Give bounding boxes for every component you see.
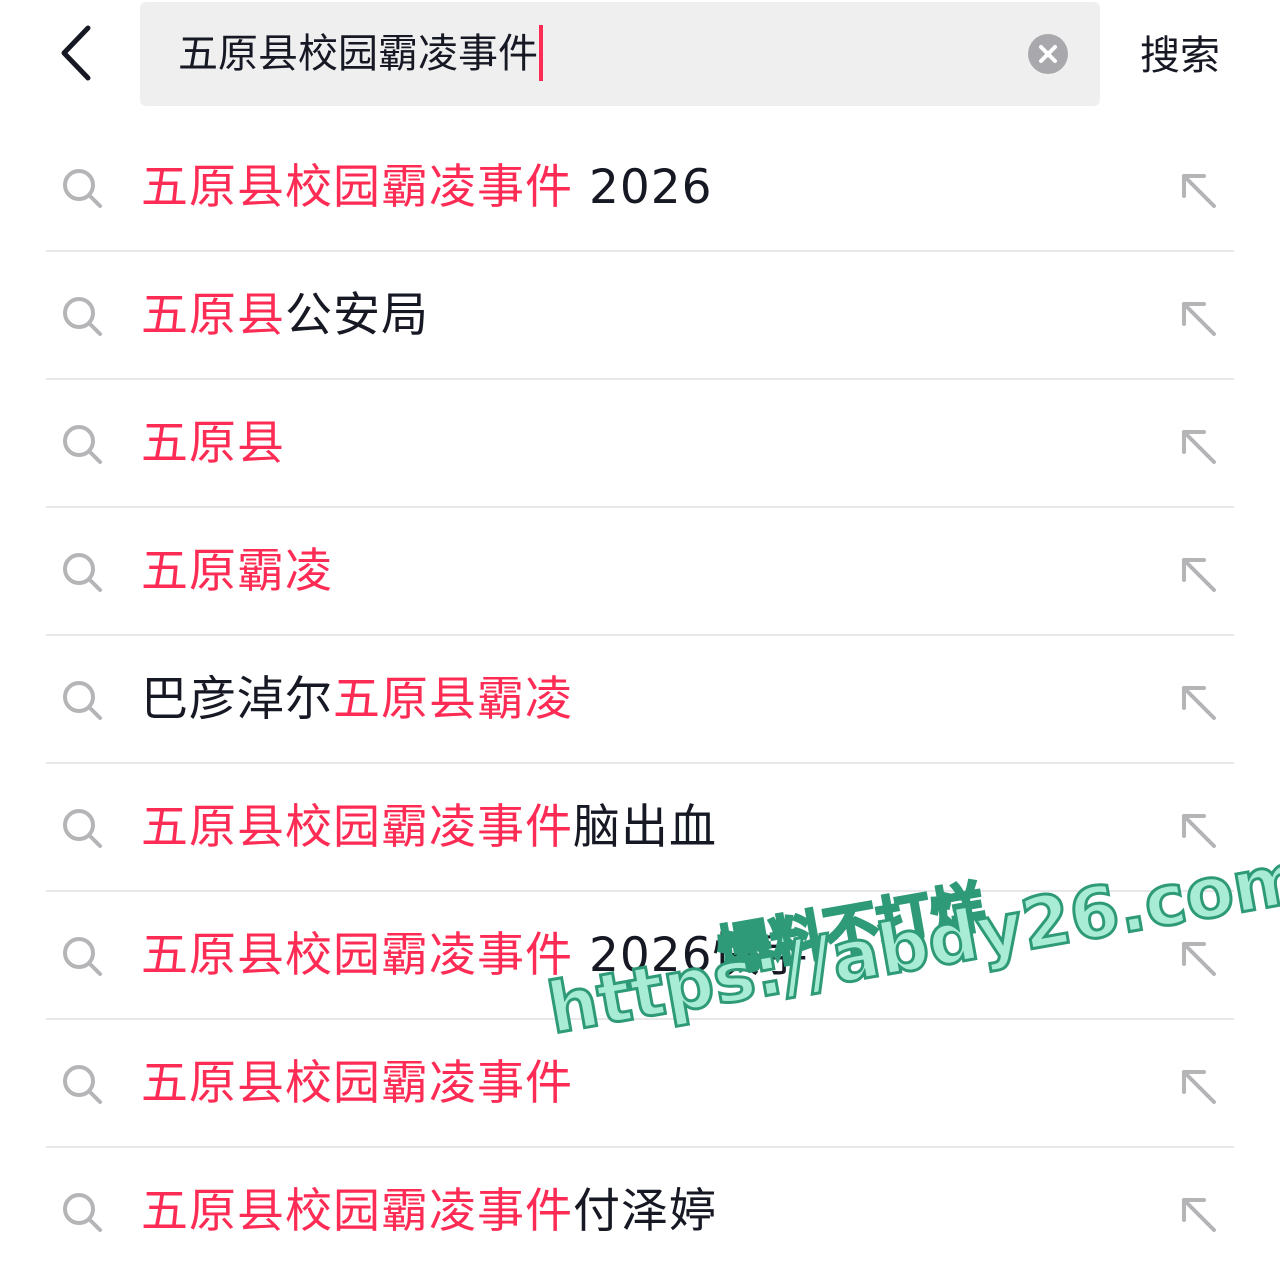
arrow-up-left-icon	[1182, 686, 1216, 720]
suggestion-highlight: 五原霸凌	[141, 544, 333, 599]
suggestion-search-icon-wrap	[60, 678, 104, 722]
suggestion-text[interactable]: 五原县校园霸凌事件 2026	[141, 158, 713, 218]
suggestion-rest: 脑出血	[573, 800, 717, 855]
suggestion-text[interactable]: 巴彦淖尔五原县霸凌	[141, 670, 573, 730]
fill-query-button[interactable]	[1176, 808, 1220, 852]
fill-query-button[interactable]	[1176, 552, 1220, 596]
suggestion-item[interactable]: 五原县校园霸凌事件脑出血	[0, 764, 1280, 892]
search-icon	[63, 425, 102, 464]
suggestion-item[interactable]: 巴彦淖尔五原县霸凌	[0, 636, 1280, 764]
search-button[interactable]: 搜索	[1140, 28, 1220, 84]
suggestion-item[interactable]: 五原县校园霸凌事件	[0, 1020, 1280, 1148]
fill-query-button[interactable]	[1176, 1192, 1220, 1236]
search-header: 五原县校园霸凌事件 搜索	[0, 0, 1280, 110]
suggestion-search-icon-wrap	[60, 550, 104, 594]
clear-circle-icon	[1028, 34, 1068, 74]
search-icon	[63, 1193, 102, 1232]
suggestion-item[interactable]: 五原县公安局	[0, 252, 1280, 380]
search-icon	[63, 937, 102, 976]
suggestion-search-icon-wrap	[60, 294, 104, 338]
fill-query-button[interactable]	[1176, 168, 1220, 212]
suggestion-search-icon-wrap	[60, 1190, 104, 1234]
suggestion-search-icon-wrap	[60, 422, 104, 466]
suggestion-item[interactable]: 五原县校园霸凌事件 2026快手	[0, 892, 1280, 1020]
fill-query-button[interactable]	[1176, 424, 1220, 468]
search-icon	[63, 681, 102, 720]
suggestion-highlight: 五原县校园霸凌事件	[141, 800, 573, 855]
suggestion-text[interactable]: 五原霸凌	[141, 542, 333, 602]
search-icon	[63, 169, 102, 208]
back-button[interactable]	[52, 22, 108, 86]
arrow-up-left-icon	[1182, 430, 1216, 464]
search-icon	[63, 297, 102, 336]
chevron-left-icon	[61, 25, 91, 81]
fill-query-button[interactable]	[1176, 1064, 1220, 1108]
suggestion-highlight: 五原县	[141, 416, 285, 471]
suggestion-rest: 公安局	[285, 288, 429, 343]
suggestion-highlight: 五原县校园霸凌事件	[141, 1184, 573, 1239]
arrow-up-left-icon	[1182, 1070, 1216, 1104]
suggestion-search-icon-wrap	[60, 166, 104, 210]
clear-button[interactable]	[1028, 34, 1068, 74]
search-icon	[63, 1065, 102, 1104]
arrow-up-left-icon	[1182, 814, 1216, 848]
suggestion-search-icon-wrap	[60, 1062, 104, 1106]
text-cursor	[539, 25, 543, 81]
suggestion-text[interactable]: 五原县校园霸凌事件 2026快手	[141, 926, 809, 986]
suggestion-text[interactable]: 五原县校园霸凌事件付泽婷	[141, 1182, 717, 1242]
suggestion-list: 五原县校园霸凌事件 2026 五原县公安局 五原县 五原霸凌 巴彦淖尔五原县霸凌 五原县校…	[0, 124, 1280, 1276]
suggestion-highlight: 五原县校园霸凌事件	[141, 928, 573, 983]
suggestion-text[interactable]: 五原县校园霸凌事件脑出血	[141, 798, 717, 858]
suggestion-text[interactable]: 五原县校园霸凌事件	[141, 1054, 573, 1114]
suggestion-rest: 2026	[573, 160, 713, 215]
suggestion-highlight: 五原县校园霸凌事件	[141, 1056, 573, 1111]
fill-query-button[interactable]	[1176, 296, 1220, 340]
arrow-up-left-icon	[1182, 558, 1216, 592]
suggestion-rest: 巴彦淖尔	[141, 672, 333, 727]
search-input[interactable]: 五原县校园霸凌事件	[140, 2, 1100, 106]
search-query-text[interactable]: 五原县校园霸凌事件	[178, 25, 543, 81]
suggestion-item[interactable]: 五原县	[0, 380, 1280, 508]
suggestion-text[interactable]: 五原县	[141, 414, 285, 474]
suggestion-rest: 付泽婷	[573, 1184, 717, 1239]
suggestion-rest: 2026快手	[573, 928, 809, 983]
fill-query-button[interactable]	[1176, 936, 1220, 980]
fill-query-button[interactable]	[1176, 680, 1220, 724]
suggestion-search-icon-wrap	[60, 934, 104, 978]
search-icon	[63, 553, 102, 592]
suggestion-item[interactable]: 五原县校园霸凌事件付泽婷	[0, 1148, 1280, 1276]
suggestion-text[interactable]: 五原县公安局	[141, 286, 429, 346]
suggestion-item[interactable]: 五原霸凌	[0, 508, 1280, 636]
arrow-up-left-icon	[1182, 302, 1216, 336]
suggestion-highlight: 五原县霸凌	[333, 672, 573, 727]
arrow-up-left-icon	[1182, 1198, 1216, 1232]
suggestion-highlight: 五原县校园霸凌事件	[141, 160, 573, 215]
suggestion-item[interactable]: 五原县校园霸凌事件 2026	[0, 124, 1280, 252]
arrow-up-left-icon	[1182, 174, 1216, 208]
search-icon	[63, 809, 102, 848]
arrow-up-left-icon	[1182, 942, 1216, 976]
suggestion-search-icon-wrap	[60, 806, 104, 850]
suggestion-highlight: 五原县	[141, 288, 285, 343]
